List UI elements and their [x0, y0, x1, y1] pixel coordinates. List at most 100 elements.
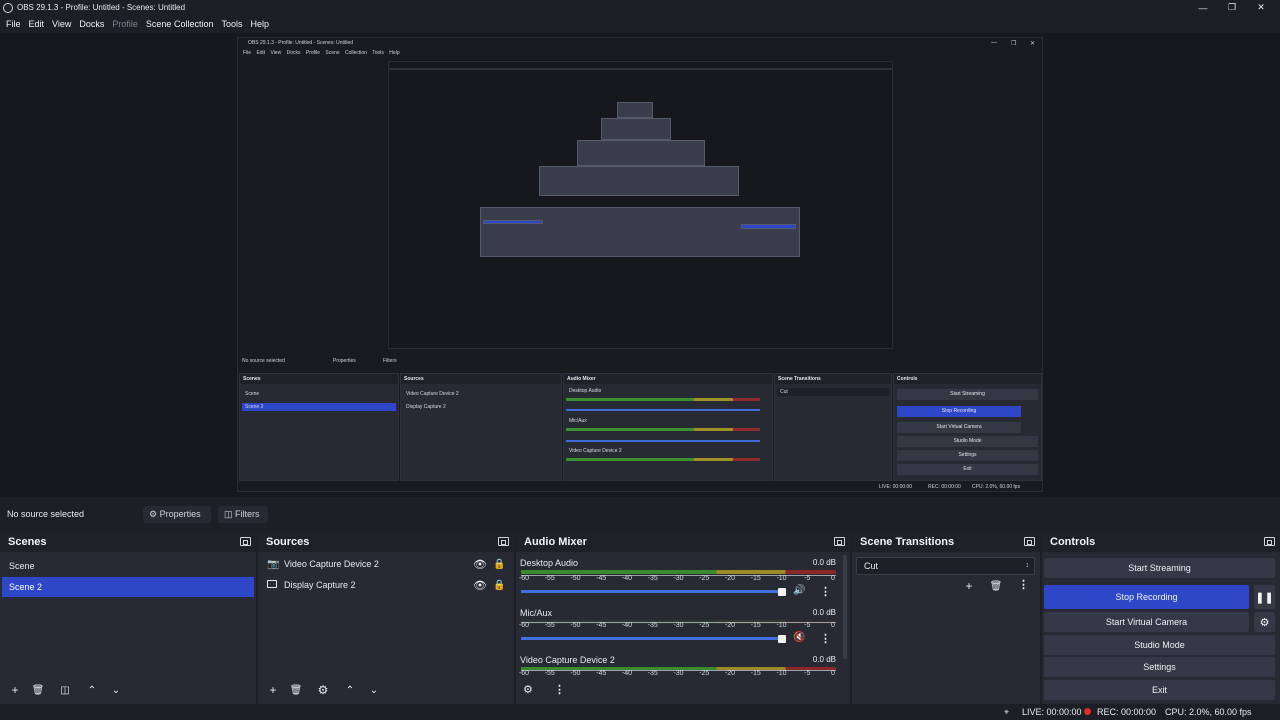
source-item-label: Video Capture Device 2	[284, 559, 379, 569]
capture-cpu-status: CPU: 2.0%, 60.00 fps	[972, 484, 1021, 490]
capture-mixer-header: Audio Mixer	[564, 374, 772, 384]
capture-sources-header: Sources	[401, 374, 561, 384]
menu-docks[interactable]: Docks	[79, 19, 104, 29]
stop-recording-button[interactable]: Stop Recording	[1044, 585, 1249, 609]
settings-button[interactable]: Settings	[1044, 657, 1275, 677]
channel-menu-kebab-icon[interactable]: ⋮	[820, 632, 831, 645]
add-source-button[interactable]: +	[264, 682, 282, 698]
scale-tick-label: -30	[673, 575, 684, 582]
capture-controls-header: Controls	[894, 374, 1041, 384]
source-properties-gear-icon[interactable]: ⚙	[314, 682, 332, 698]
capture-nested-level-1	[617, 102, 653, 118]
speaker-icon[interactable]: 🔊	[793, 585, 805, 596]
capture-maximize-icon: ❐	[1011, 41, 1017, 47]
move-scene-up-icon[interactable]: ⌃	[83, 682, 101, 698]
capture-transitions-dock: Scene Transitions Cut	[774, 373, 892, 481]
capture-nested-level-5	[480, 207, 800, 257]
menu-view[interactable]: View	[52, 19, 71, 29]
lock-icon[interactable]: 🔒	[493, 580, 505, 591]
capture-mixer-dock: Audio Mixer Desktop Audio Mic/Aux Video …	[563, 373, 773, 481]
add-transition-button[interactable]: +	[960, 578, 978, 594]
menu-help[interactable]: Help	[250, 19, 269, 29]
scale-tick-label: -50	[570, 575, 581, 582]
obs-logo-icon	[3, 2, 13, 13]
transition-select[interactable]: Cut ↕	[856, 557, 1035, 575]
scale-tick-label: -10	[776, 575, 787, 582]
scale-tick-label: -30	[673, 622, 684, 629]
volume-slider-knob[interactable]	[778, 588, 786, 596]
mixer-menu-kebab-icon[interactable]: ⋮	[554, 683, 565, 696]
start-virtual-camera-button[interactable]: Start Virtual Camera	[1044, 612, 1249, 632]
mixer-scrollbar[interactable]	[843, 555, 847, 659]
menu-file[interactable]: File	[6, 19, 21, 29]
menu-bar: File Edit View Docks Profile Scene Colle…	[0, 16, 271, 31]
undock-icon[interactable]	[1024, 537, 1035, 546]
remove-scene-trash-icon[interactable]: 🗑	[29, 682, 47, 698]
scale-tick-label: -20	[724, 575, 736, 582]
move-scene-down-icon[interactable]: ⌄	[107, 682, 125, 698]
volume-meter	[521, 570, 836, 574]
window-title: OBS 29.1.3 - Profile: Untitled - Scenes:…	[17, 3, 186, 12]
exit-button[interactable]: Exit	[1044, 680, 1275, 700]
scale-tick-label: -40	[621, 622, 633, 629]
visibility-eye-icon[interactable]: 👁	[473, 579, 487, 592]
scene-filters-icon[interactable]: ◫	[56, 682, 74, 698]
capture-nested-selected-scene	[483, 220, 543, 224]
lock-icon[interactable]: 🔒	[493, 559, 505, 570]
scale-tick-label: -50	[570, 622, 581, 629]
capture-scene-item: Scene	[245, 391, 260, 397]
menu-scene-collection[interactable]: Scene Collection	[146, 19, 214, 29]
controls-header: Controls	[1050, 536, 1096, 548]
menu-edit[interactable]: Edit	[29, 19, 45, 29]
remove-source-trash-icon[interactable]: 🗑	[287, 682, 305, 698]
capture-exit: Exit	[897, 464, 1038, 475]
scale-tick-label: -35	[647, 622, 658, 629]
capture-source-item: Video Capture Device 2	[406, 391, 459, 397]
volume-slider[interactable]	[521, 637, 782, 640]
move-source-up-icon[interactable]: ⌃	[341, 682, 359, 698]
studio-mode-button[interactable]: Studio Mode	[1044, 635, 1275, 655]
camera-icon: 📷	[267, 559, 280, 570]
mic-muted-icon[interactable]: 🔇	[793, 632, 805, 643]
scale-tick-label: -60	[518, 622, 530, 629]
advanced-audio-gear-icon[interactable]: ⚙	[523, 683, 533, 696]
undock-icon[interactable]	[498, 537, 509, 546]
volume-slider[interactable]	[521, 590, 782, 593]
rec-timer: REC: 00:00:00	[1097, 707, 1157, 717]
undock-icon[interactable]	[1264, 537, 1275, 546]
menu-tools[interactable]: Tools	[221, 19, 242, 29]
capture-properties-tab: Properties	[333, 358, 356, 364]
mixer-channel-name: Video Capture Device 2	[520, 655, 615, 665]
capture-nested-record-button	[741, 224, 796, 229]
capture-inner-preview	[388, 61, 893, 349]
scale-tick-label: -45	[596, 670, 607, 677]
minimize-button[interactable]: —	[1189, 0, 1217, 15]
maximize-button[interactable]: ❐	[1218, 0, 1246, 15]
scene-item-selected[interactable]: Scene 2	[2, 577, 254, 597]
scene-item[interactable]: Scene	[2, 556, 254, 576]
start-streaming-button[interactable]: Start Streaming	[1044, 558, 1275, 578]
scale-tick-label: -35	[647, 670, 658, 677]
scale-tick-label: -15	[750, 575, 761, 582]
filters-button[interactable]: ◫ Filters	[218, 506, 268, 523]
add-scene-button[interactable]: +	[6, 682, 24, 698]
volume-slider-knob[interactable]	[778, 635, 786, 643]
undock-icon[interactable]	[834, 537, 845, 546]
transition-menu-kebab-icon[interactable]: ⋮	[1018, 578, 1029, 591]
pause-recording-icon[interactable]: ❚❚	[1254, 585, 1275, 609]
scale-tick-label: -25	[699, 575, 710, 582]
scale-tick-label: -35	[647, 575, 658, 582]
remove-transition-trash-icon[interactable]: 🗑	[987, 578, 1005, 594]
move-source-down-icon[interactable]: ⌄	[365, 682, 383, 698]
channel-menu-kebab-icon[interactable]: ⋮	[820, 585, 831, 598]
capture-studio-mode: Studio Mode	[897, 436, 1038, 447]
capture-live-status: LIVE: 00:00:00	[879, 484, 913, 490]
virtual-camera-settings-gear-icon[interactable]: ⚙	[1254, 612, 1275, 632]
volume-scale: -60 -55 -50 -45 -40 -35 -30 -25 -20 -15 -10 -5 0	[518, 622, 836, 632]
properties-button[interactable]: ⚙ Properties	[143, 506, 211, 523]
menu-profile[interactable]: Profile	[112, 19, 138, 29]
capture-source-item: Display Capture 2	[406, 404, 446, 410]
undock-icon[interactable]	[240, 537, 251, 546]
visibility-eye-icon[interactable]: 👁	[473, 558, 487, 571]
close-button[interactable]: ✕	[1247, 0, 1275, 15]
